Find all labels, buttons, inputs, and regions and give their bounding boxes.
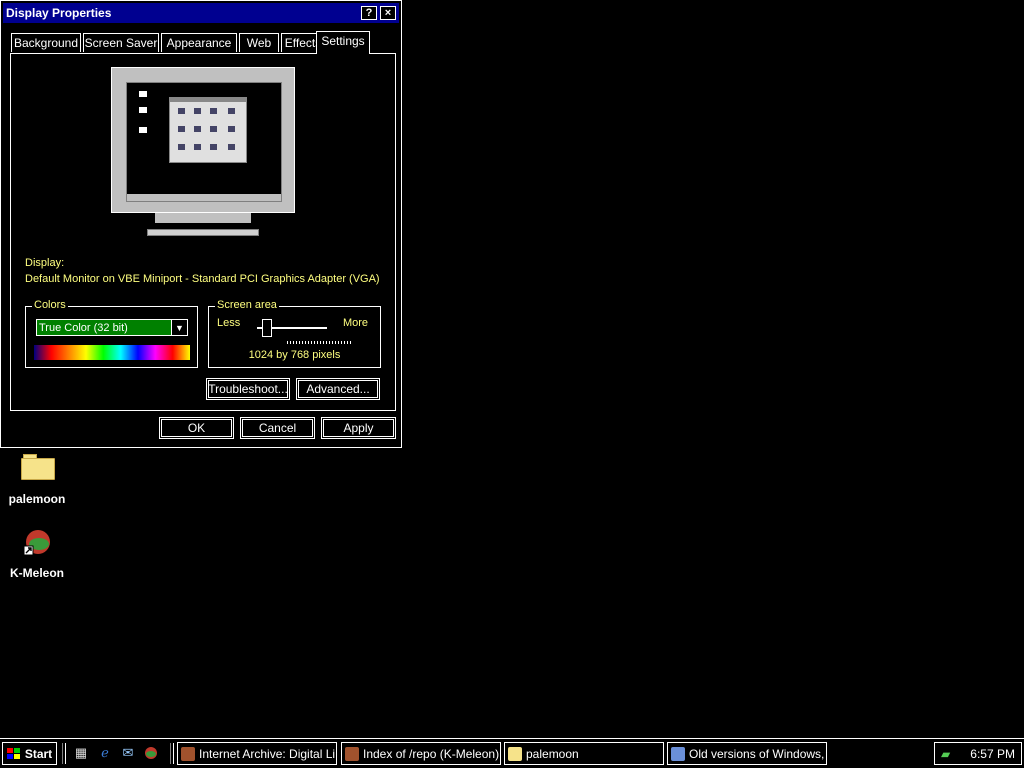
start-label: Start (24, 746, 53, 761)
tab-appearance[interactable]: Appearance (161, 33, 237, 52)
taskbar-item-label: Internet Archive: Digital Li... (199, 746, 337, 761)
help-button[interactable]: ? (361, 6, 377, 20)
taskbar-item[interactable]: Old versions of Windows, ... (667, 742, 827, 765)
slider-more-label: More (342, 317, 368, 329)
screen-area-group-title: Screen area (215, 299, 279, 311)
kmeleon-icon (22, 528, 52, 558)
resolution-value: 1024 by 768 pixels (248, 349, 341, 361)
taskbar-item-label: Old versions of Windows, ... (689, 746, 827, 761)
tab-screen-saver[interactable]: Screen Saver (83, 33, 159, 52)
desktop-icon-label: palemoon (8, 492, 66, 506)
resolution-slider-thumb[interactable] (262, 319, 272, 337)
chevron-down-icon[interactable]: ▼ (171, 320, 187, 335)
taskbar-item-label: palemoon (526, 746, 579, 761)
globe-icon (671, 746, 685, 761)
tab-background[interactable]: Background (11, 33, 81, 52)
colors-group: Colors True Color (32 bit) ▼ (25, 299, 198, 368)
internet-explorer-icon[interactable]: ℯ (96, 744, 114, 762)
display-settings-tray-icon[interactable]: ▰ (941, 747, 950, 761)
mini-desktop-icon (139, 127, 147, 133)
taskbar-separator (170, 743, 174, 764)
tab-web[interactable]: Web (239, 33, 279, 52)
monitor-preview (111, 67, 295, 213)
close-button[interactable]: × (380, 6, 396, 20)
monitor-base (147, 229, 259, 236)
clock[interactable]: 6:57 PM (970, 747, 1015, 761)
taskbar: Start ▦ ℯ ✉ Internet Archive: Digital Li… (0, 738, 1024, 768)
apply-button[interactable]: Apply (321, 417, 396, 439)
mini-desktop-icon (139, 107, 147, 113)
start-button[interactable]: Start (2, 742, 57, 765)
taskbar-item[interactable]: palemoon (504, 742, 664, 765)
monitor-screen (126, 82, 282, 202)
kmeleon-icon (181, 746, 195, 761)
show-desktop-icon[interactable]: ▦ (72, 744, 90, 762)
kmeleon-quicklaunch-icon[interactable] (142, 744, 160, 762)
system-tray: ▰ 6:57 PM (934, 742, 1022, 765)
slider-ticks (287, 341, 351, 344)
monitor-neck (155, 213, 251, 223)
windows-logo-icon (6, 747, 20, 759)
advanced-button[interactable]: Advanced... (296, 378, 380, 400)
taskbar-separator (62, 743, 66, 764)
cancel-button[interactable]: Cancel (240, 417, 315, 439)
desktop-icon-label: K-Meleon (10, 566, 64, 580)
colors-selected-value: True Color (32 bit) (39, 321, 128, 334)
outlook-express-icon[interactable]: ✉ (119, 744, 137, 762)
taskbar-item-label: Index of /repo (K-Meleon) (363, 746, 500, 761)
tab-settings[interactable]: Settings (316, 31, 370, 54)
mini-window-icons (178, 108, 235, 150)
desktop-icon-palemoon[interactable]: palemoon (2, 452, 72, 506)
mini-desktop-icon (139, 91, 147, 97)
kmeleon-icon (345, 746, 359, 761)
display-adapter: Default Monitor on VBE Miniport - Standa… (25, 273, 380, 285)
taskbar-item[interactable]: Index of /repo (K-Meleon) (341, 742, 501, 765)
colors-select[interactable]: True Color (32 bit) ▼ (36, 319, 188, 336)
display-properties-window: Display Properties ? × Background Screen… (0, 0, 402, 448)
folder-icon (508, 746, 522, 761)
ok-button[interactable]: OK (159, 417, 234, 439)
folder-icon (21, 452, 55, 480)
mini-taskbar (127, 194, 281, 201)
slider-less-label: Less (217, 317, 241, 329)
color-spectrum-bar (34, 345, 190, 360)
title-bar[interactable]: Display Properties ? × (3, 3, 399, 23)
window-title: Display Properties (6, 6, 112, 20)
colors-group-title: Colors (32, 299, 68, 311)
desktop-icon-kmeleon[interactable]: K-Meleon (2, 528, 72, 580)
mini-window (169, 97, 247, 163)
display-label: Display: (25, 257, 65, 269)
troubleshoot-button[interactable]: Troubleshoot... (206, 378, 290, 400)
taskbar-item[interactable]: Internet Archive: Digital Li... (177, 742, 337, 765)
screen-area-group: Screen area Less More 1024 by 768 pixels (208, 299, 381, 368)
